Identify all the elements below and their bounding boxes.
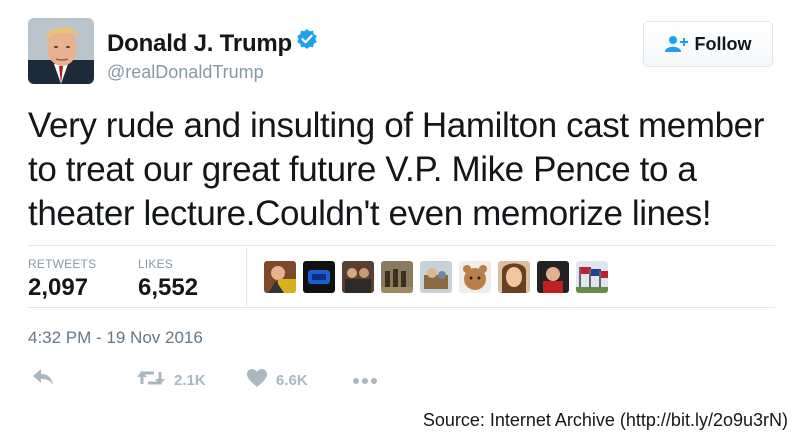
tweet-text: Very rude and insulting of Hamilton cast… <box>28 104 778 236</box>
profile-photo <box>28 18 94 84</box>
source-caption: Source: Internet Archive (http://bit.ly/… <box>422 410 788 430</box>
stats-divider <box>246 248 247 306</box>
add-person-icon <box>664 35 689 53</box>
retweet-count: 2.1K <box>174 371 206 389</box>
retweets-label[interactable]: RETWEETS <box>28 257 96 271</box>
reply-button[interactable] <box>32 368 54 390</box>
tweet-line: Very rude and insulting of Hamilton cast… <box>28 106 765 145</box>
like-count: 6.6K <box>276 371 308 389</box>
liker-avatar[interactable] <box>264 261 296 293</box>
display-name[interactable]: Donald J. Trump <box>107 28 318 58</box>
liker-avatar[interactable] <box>537 261 569 293</box>
divider <box>28 245 775 246</box>
liker-avatar[interactable] <box>498 261 530 293</box>
liker-avatars <box>264 261 615 293</box>
like-button[interactable]: 6.6K <box>246 368 308 392</box>
likes-count[interactable]: 6,552 <box>138 274 198 302</box>
liker-avatar[interactable] <box>420 261 452 293</box>
retweets-count[interactable]: 2,097 <box>28 274 88 302</box>
tweet-line: theater lecture.Couldn't even memorize l… <box>28 194 712 233</box>
follow-button-label: Follow <box>694 33 752 54</box>
retweet-button[interactable]: 2.1K <box>136 368 206 392</box>
liker-avatar[interactable] <box>381 261 413 293</box>
divider <box>28 307 775 308</box>
display-name-text[interactable]: Donald J. Trump <box>107 30 292 57</box>
more-icon <box>352 372 378 389</box>
tweet-timestamp[interactable]: 4:32 PM - 19 Nov 2016 <box>28 328 203 348</box>
liker-avatar[interactable] <box>459 261 491 293</box>
likes-label[interactable]: LIKES <box>138 257 173 271</box>
retweet-icon <box>136 368 166 392</box>
liker-avatar[interactable] <box>576 261 608 293</box>
heart-icon <box>246 368 268 392</box>
more-button[interactable] <box>352 372 378 389</box>
verified-badge-icon <box>296 28 318 57</box>
liker-avatar[interactable] <box>303 261 335 293</box>
avatar[interactable] <box>28 18 94 84</box>
follow-button[interactable]: Follow <box>643 21 773 67</box>
user-handle[interactable]: @realDonaldTrump <box>107 62 264 83</box>
reply-icon <box>32 368 54 390</box>
tweet-line: to treat our great future V.P. Mike Penc… <box>28 150 697 189</box>
liker-avatar[interactable] <box>342 261 374 293</box>
